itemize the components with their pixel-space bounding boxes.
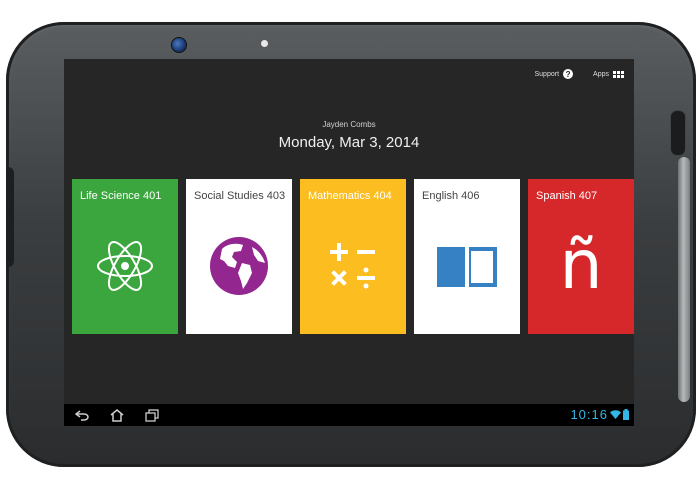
apps-button[interactable]: Apps	[593, 70, 624, 78]
course-cards: Life Science 401 Social Studies 403 Math…	[72, 179, 634, 334]
user-name: Jayden Combs	[322, 120, 376, 129]
stylus	[678, 157, 690, 402]
apps-label: Apps	[593, 70, 609, 78]
battery-icon	[623, 409, 629, 420]
screen: Support ? Apps Jayden Combs Monday, Mar …	[64, 59, 634, 426]
current-date: Monday, Mar 3, 2014	[278, 134, 420, 151]
side-button	[670, 110, 686, 156]
wifi-icon	[610, 410, 621, 419]
top-bar: Support ? Apps	[535, 67, 624, 81]
atom-icon	[97, 241, 153, 291]
system-nav-bar: 10:16	[64, 404, 634, 426]
back-button[interactable]	[74, 407, 90, 423]
grid-icon	[613, 70, 624, 78]
support-label: Support	[534, 70, 560, 78]
math-operators-icon	[330, 243, 375, 289]
side-port	[6, 167, 14, 267]
course-card-spanish[interactable]: Spanish 407 ñ	[528, 179, 634, 334]
camera-icon	[171, 37, 187, 53]
globe-icon	[210, 237, 268, 295]
course-title: Mathematics 404	[308, 190, 392, 202]
book-icon	[437, 247, 497, 287]
home-button[interactable]	[109, 407, 125, 423]
back-icon	[75, 410, 89, 421]
recent-apps-button[interactable]	[144, 407, 160, 423]
sensor-icon	[261, 40, 268, 47]
course-card-english[interactable]: English 406	[414, 179, 520, 334]
n-tilde-icon: ñ	[559, 226, 603, 305]
course-title: Life Science 401	[80, 190, 162, 202]
course-title: Social Studies 403	[194, 190, 286, 202]
help-icon: ?	[563, 69, 574, 79]
status-icons	[610, 409, 629, 420]
course-title: Spanish 407	[536, 190, 598, 202]
recent-apps-icon	[145, 408, 159, 422]
course-card-social-studies[interactable]: Social Studies 403	[186, 179, 292, 334]
support-button[interactable]: Support ?	[535, 69, 574, 79]
course-title: English 406	[422, 190, 480, 202]
home-icon	[110, 408, 124, 422]
course-card-mathematics[interactable]: Mathematics 404	[300, 179, 406, 334]
status-clock: 10:16	[570, 407, 608, 422]
course-card-life-science[interactable]: Life Science 401	[72, 179, 178, 334]
